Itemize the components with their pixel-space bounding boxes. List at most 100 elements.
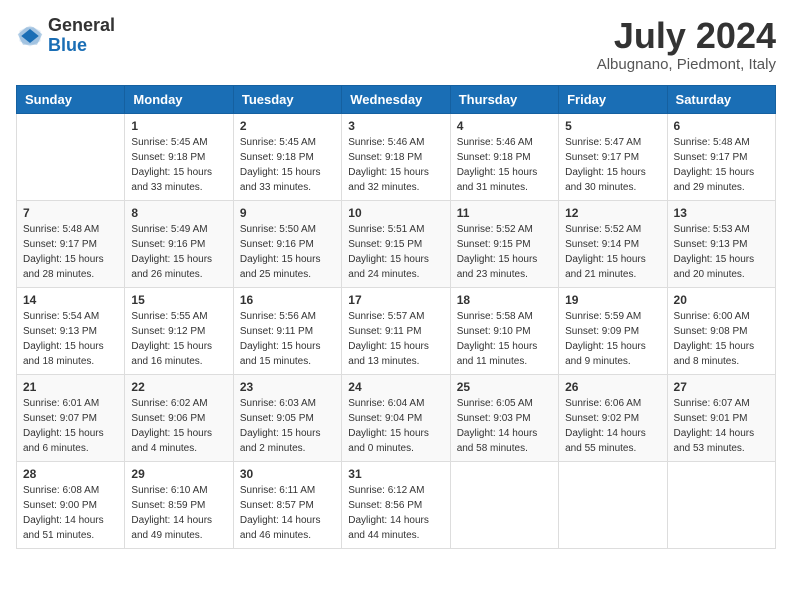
calendar-week-1: 1 Sunrise: 5:45 AMSunset: 9:18 PMDaylight… [17,113,776,200]
calendar-cell: 14 Sunrise: 5:54 AMSunset: 9:13 PMDayligh… [17,287,125,374]
calendar-cell: 26 Sunrise: 6:06 AMSunset: 9:02 PMDayligh… [559,374,667,461]
day-detail: Sunrise: 5:47 AMSunset: 9:17 PMDaylight:… [565,135,660,195]
day-detail: Sunrise: 5:52 AMSunset: 9:15 PMDaylight:… [457,222,552,282]
day-detail: Sunrise: 5:51 AMSunset: 9:15 PMDaylight:… [348,222,443,282]
day-detail: Sunrise: 5:54 AMSunset: 9:13 PMDaylight:… [23,309,118,369]
day-detail: Sunrise: 6:08 AMSunset: 9:00 PMDaylight:… [23,483,118,543]
calendar-cell: 16 Sunrise: 5:56 AMSunset: 9:11 PMDayligh… [233,287,341,374]
weekday-header-monday: Monday [125,85,233,113]
day-number: 13 [674,206,769,220]
title-block: July 2024 Albugnano, Piedmont, Italy [597,16,776,73]
day-detail: Sunrise: 6:04 AMSunset: 9:04 PMDaylight:… [348,396,443,456]
weekday-header-wednesday: Wednesday [342,85,450,113]
day-number: 3 [348,119,443,133]
day-number: 30 [240,467,335,481]
calendar-cell [450,461,558,548]
calendar-cell: 4Sunrise: 5:46 AMSunset: 9:18 PMDaylight… [450,113,558,200]
day-detail: Sunrise: 5:45 AMSunset: 9:18 PMDaylight:… [240,135,335,195]
calendar-cell: 13 Sunrise: 5:53 AMSunset: 9:13 PMDayligh… [667,200,775,287]
day-number: 22 [131,380,226,394]
day-number: 20 [674,293,769,307]
calendar-cell: 3 Sunrise: 5:46 AMSunset: 9:18 PMDaylight… [342,113,450,200]
day-number: 1 [131,119,226,133]
calendar-cell: 12 Sunrise: 5:52 AMSunset: 9:14 PMDayligh… [559,200,667,287]
calendar-cell: 10 Sunrise: 5:51 AMSunset: 9:15 PMDayligh… [342,200,450,287]
calendar-cell: 31Sunrise: 6:12 AMSunset: 8:56 PMDayligh… [342,461,450,548]
day-detail: Sunrise: 6:02 AMSunset: 9:06 PMDaylight:… [131,396,226,456]
day-number: 27 [674,380,769,394]
day-number: 29 [131,467,226,481]
day-number: 26 [565,380,660,394]
weekday-header-friday: Friday [559,85,667,113]
logo: General Blue [16,16,115,56]
weekday-header-tuesday: Tuesday [233,85,341,113]
calendar-cell: 20 Sunrise: 6:00 AMSunset: 9:08 PMDayligh… [667,287,775,374]
day-detail: Sunrise: 5:45 AMSunset: 9:18 PMDaylight:… [131,135,226,195]
day-number: 10 [348,206,443,220]
day-detail: Sunrise: 6:00 AMSunset: 9:08 PMDaylight:… [674,309,769,369]
day-detail: Sunrise: 5:55 AMSunset: 9:12 PMDaylight:… [131,309,226,369]
calendar-cell: 8 Sunrise: 5:49 AMSunset: 9:16 PMDaylight… [125,200,233,287]
day-detail: Sunrise: 5:58 AMSunset: 9:10 PMDaylight:… [457,309,552,369]
day-detail: Sunrise: 6:05 AMSunset: 9:03 PMDaylight:… [457,396,552,456]
day-number: 23 [240,380,335,394]
calendar-cell: 30 Sunrise: 6:11 AMSunset: 8:57 PMDayligh… [233,461,341,548]
calendar-cell: 25Sunrise: 6:05 AMSunset: 9:03 PMDayligh… [450,374,558,461]
calendar-cell: 19 Sunrise: 5:59 AMSunset: 9:09 PMDayligh… [559,287,667,374]
calendar-cell: 6 Sunrise: 5:48 AMSunset: 9:17 PMDaylight… [667,113,775,200]
day-number: 9 [240,206,335,220]
day-detail: Sunrise: 6:03 AMSunset: 9:05 PMDaylight:… [240,396,335,456]
day-detail: Sunrise: 5:48 AMSunset: 9:17 PMDaylight:… [674,135,769,195]
calendar-cell: 17 Sunrise: 5:57 AMSunset: 9:11 PMDayligh… [342,287,450,374]
day-detail: Sunrise: 6:11 AMSunset: 8:57 PMDaylight:… [240,483,335,543]
day-detail: Sunrise: 5:48 AMSunset: 9:17 PMDaylight:… [23,222,118,282]
calendar-cell: 29 Sunrise: 6:10 AMSunset: 8:59 PMDayligh… [125,461,233,548]
calendar-cell [559,461,667,548]
day-detail: Sunrise: 6:06 AMSunset: 9:02 PMDaylight:… [565,396,660,456]
calendar-cell [17,113,125,200]
day-detail: Sunrise: 5:53 AMSunset: 9:13 PMDaylight:… [674,222,769,282]
calendar-cell [667,461,775,548]
logo-icon [16,22,44,50]
day-detail: Sunrise: 5:57 AMSunset: 9:11 PMDaylight:… [348,309,443,369]
day-number: 21 [23,380,118,394]
weekday-header-sunday: Sunday [17,85,125,113]
calendar-week-2: 7 Sunrise: 5:48 AMSunset: 9:17 PMDaylight… [17,200,776,287]
day-number: 31 [348,467,443,481]
logo-text: General Blue [48,16,115,56]
page-header: General Blue July 2024 Albugnano, Piedmo… [16,16,776,73]
day-number: 19 [565,293,660,307]
day-detail: Sunrise: 6:07 AMSunset: 9:01 PMDaylight:… [674,396,769,456]
calendar-cell: 24Sunrise: 6:04 AMSunset: 9:04 PMDayligh… [342,374,450,461]
calendar-week-5: 28Sunrise: 6:08 AMSunset: 9:00 PMDayligh… [17,461,776,548]
day-number: 14 [23,293,118,307]
day-detail: Sunrise: 5:59 AMSunset: 9:09 PMDaylight:… [565,309,660,369]
day-detail: Sunrise: 5:46 AMSunset: 9:18 PMDaylight:… [348,135,443,195]
day-detail: Sunrise: 5:49 AMSunset: 9:16 PMDaylight:… [131,222,226,282]
calendar-cell: 9Sunrise: 5:50 AMSunset: 9:16 PMDaylight… [233,200,341,287]
day-detail: Sunrise: 5:56 AMSunset: 9:11 PMDaylight:… [240,309,335,369]
month-year: July 2024 [597,16,776,56]
day-number: 12 [565,206,660,220]
day-number: 16 [240,293,335,307]
day-number: 11 [457,206,552,220]
calendar-cell: 18 Sunrise: 5:58 AMSunset: 9:10 PMDayligh… [450,287,558,374]
calendar-cell: 5Sunrise: 5:47 AMSunset: 9:17 PMDaylight… [559,113,667,200]
day-number: 4 [457,119,552,133]
day-detail: Sunrise: 5:52 AMSunset: 9:14 PMDaylight:… [565,222,660,282]
day-number: 17 [348,293,443,307]
day-detail: Sunrise: 6:10 AMSunset: 8:59 PMDaylight:… [131,483,226,543]
day-number: 2 [240,119,335,133]
calendar-cell: 2 Sunrise: 5:45 AMSunset: 9:18 PMDaylight… [233,113,341,200]
day-number: 7 [23,206,118,220]
calendar-cell: 28Sunrise: 6:08 AMSunset: 9:00 PMDayligh… [17,461,125,548]
day-number: 18 [457,293,552,307]
calendar-cell: 1 Sunrise: 5:45 AMSunset: 9:18 PMDaylight… [125,113,233,200]
calendar-cell: 7 Sunrise: 5:48 AMSunset: 9:17 PMDaylight… [17,200,125,287]
calendar-cell: 27 Sunrise: 6:07 AMSunset: 9:01 PMDayligh… [667,374,775,461]
day-detail: Sunrise: 6:01 AMSunset: 9:07 PMDaylight:… [23,396,118,456]
calendar-cell: 11 Sunrise: 5:52 AMSunset: 9:15 PMDayligh… [450,200,558,287]
day-number: 8 [131,206,226,220]
weekday-header-saturday: Saturday [667,85,775,113]
day-number: 6 [674,119,769,133]
